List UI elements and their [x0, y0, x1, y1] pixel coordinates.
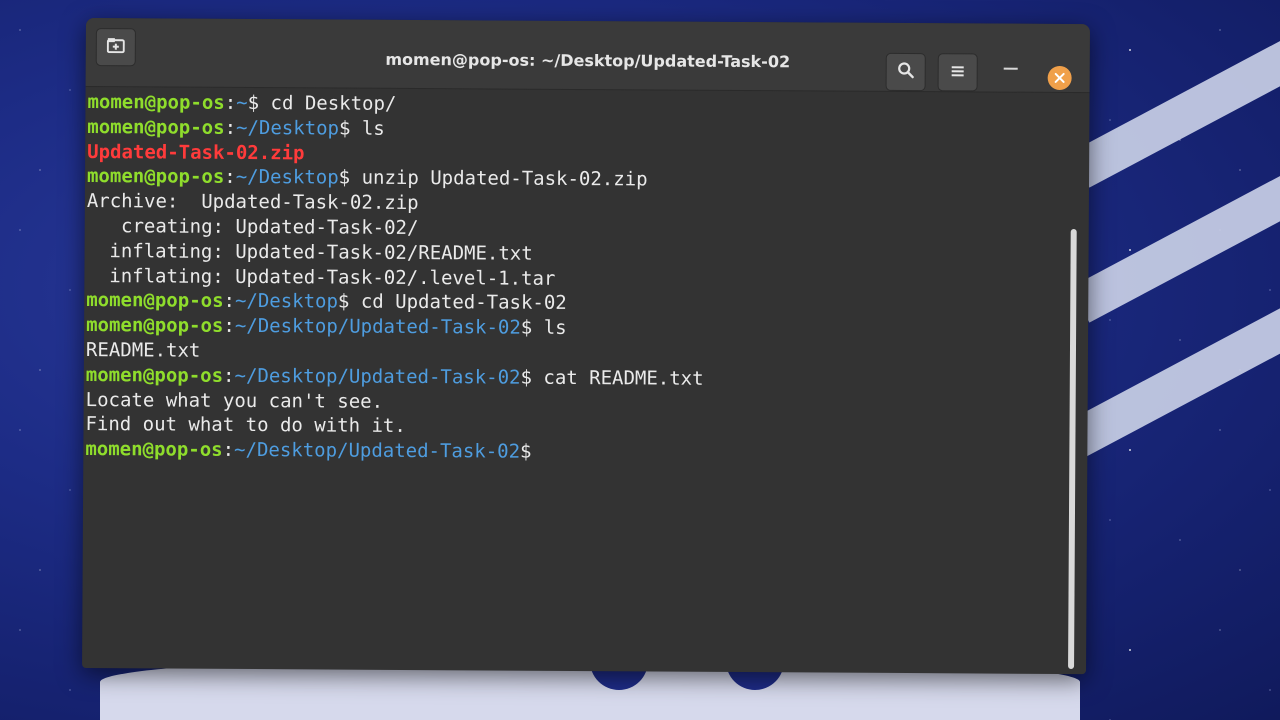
prompt-dollar: $ — [520, 366, 533, 389]
prompt-dollar: $ — [338, 117, 351, 140]
output-text: inflating: Updated-Task-02/.level-1.tar — [86, 264, 556, 290]
command-text: cd Updated-Task-02 — [349, 290, 567, 315]
minimize-button[interactable] — [1003, 67, 1018, 70]
close-button[interactable] — [1047, 65, 1072, 91]
prompt-user: momen@pop-os — [86, 314, 224, 338]
output-text: Locate what you can't see. — [85, 388, 384, 413]
command-text: ls — [532, 316, 567, 340]
output-text: Archive: Updated-Task-02.zip — [86, 190, 419, 215]
prompt-path: ~/Desktop — [235, 166, 339, 189]
command-text: cd Desktop/ — [259, 92, 397, 115]
prompt-colon: : — [224, 91, 237, 114]
command-text: unzip Updated-Task-02.zip — [350, 167, 648, 191]
prompt-path: ~/Desktop — [234, 290, 339, 313]
output-text: Find out what to do with it. — [85, 413, 406, 438]
prompt-path: ~/Desktop — [235, 116, 340, 140]
command-text: ls — [350, 117, 385, 140]
prompt-colon: : — [224, 116, 237, 139]
prompt-colon: : — [223, 315, 235, 338]
prompt-colon: : — [223, 290, 236, 313]
output-text: creating: Updated-Task-02/ — [86, 214, 419, 240]
prompt-user: momen@pop-os — [87, 115, 225, 139]
prompt-user: momen@pop-os — [85, 363, 224, 387]
command-text: cat README.txt — [531, 366, 704, 390]
search-icon — [897, 61, 915, 83]
prompt-dollar: $ — [520, 316, 533, 339]
prompt-user: momen@pop-os — [85, 438, 223, 461]
output-text: README.txt — [85, 338, 201, 362]
prompt-dollar: $ — [338, 166, 351, 190]
search-button[interactable] — [885, 52, 926, 92]
prompt-path: ~/Desktop/Updated-Task-02 — [234, 364, 521, 389]
prompt-dollar: $ — [247, 91, 260, 115]
window-titlebar[interactable]: momen@pop-os: ~/Desktop/Updated-Task-02 — [85, 18, 1090, 94]
prompt-path: ~ — [236, 91, 248, 114]
prompt-user: momen@pop-os — [87, 91, 225, 114]
terminal-window: momen@pop-os: ~/Desktop/Updated-Task-02 — [82, 18, 1090, 675]
prompt-colon: : — [223, 364, 235, 387]
prompt-path: ~/Desktop/Updated-Task-02 — [234, 439, 521, 463]
prompt-colon: : — [222, 438, 235, 462]
prompt-line: momen@pop-os:~/Desktop/Updated-Task-02$ — [85, 437, 1057, 468]
prompt-user: momen@pop-os — [86, 165, 225, 189]
prompt-dollar: $ — [520, 440, 532, 463]
prompt-dollar: $ — [337, 290, 350, 313]
prompt-user: momen@pop-os — [86, 289, 224, 313]
output-text: inflating: Updated-Task-02/README.txt — [86, 239, 533, 265]
prompt-path: ~/Desktop/Updated-Task-02 — [234, 315, 521, 339]
terminal-output[interactable]: momen@pop-os:~$ cd Desktop/momen@pop-os:… — [84, 90, 1060, 674]
menu-button[interactable] — [937, 53, 978, 92]
close-icon — [1054, 68, 1066, 87]
archive-file-name: Updated-Task-02.zip — [87, 140, 305, 164]
scrollbar[interactable] — [1068, 229, 1077, 670]
prompt-colon: : — [224, 166, 236, 189]
hamburger-menu-icon — [950, 63, 966, 82]
